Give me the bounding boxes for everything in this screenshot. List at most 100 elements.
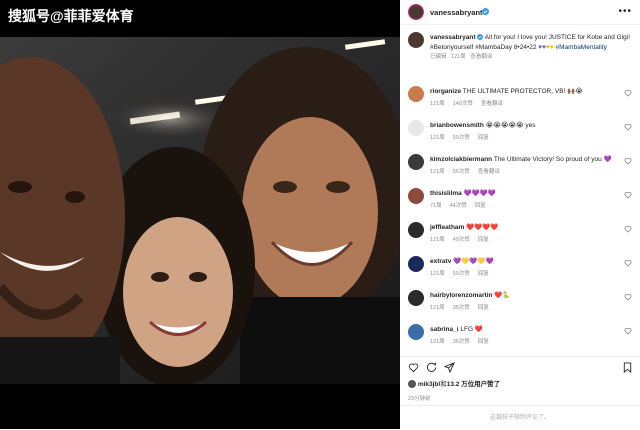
commenter-avatar[interactable] [408,86,424,102]
more-icon[interactable]: ••• [618,6,632,17]
commenter-username[interactable]: sabrina_i [430,326,459,333]
comment-body: sabrina_i LFG ❤️ [430,325,620,334]
comment-body: kimzolciakbiermann The Ultimate Victory!… [430,155,620,164]
comment-row: riorganize THE ULTIMATE PROTECTOR, VB! 🙌… [408,84,636,108]
commenter-username[interactable]: thisislilma [430,190,462,197]
verified-icon [477,34,484,41]
comment-emoji: ❤️❤️❤️❤️ [466,224,499,231]
comment-meta: 121周 35次赞 回复 [430,303,497,311]
likes-count[interactable]: 13.2 万位用户赞了 [447,381,500,388]
post-time: 23分钟前 [408,396,431,402]
comment-reply-link[interactable]: 查看翻译 [478,169,500,175]
comment-body: hairbylorenzomartin ❤️🐍 [430,291,620,300]
comment-reply-link[interactable]: 回复 [475,203,486,209]
commenter-avatar[interactable] [408,154,424,170]
comment-row: brianbowensmith 😭😭😭😭😭 yes 121周 50次赞 回复 [408,118,636,142]
commenter-avatar[interactable] [408,290,424,306]
comment-row: kimzolciakbiermann The Ultimate Victory!… [408,152,636,176]
comment-likes[interactable]: 56次赞 [453,169,470,175]
caption-time: 121周 [451,54,466,60]
heart-icon[interactable] [624,123,632,131]
commenter-avatar[interactable] [408,120,424,136]
comments-disabled-notice: 这篇帖子限制评论了。 [400,405,640,430]
action-bar [400,356,640,377]
comment-likes[interactable]: 49次赞 [453,237,470,243]
comment-body: jeffleatham ❤️❤️❤️❤️ [430,223,620,232]
comment-body: thisislilma 💜💜💜💜 [430,189,620,198]
comment-icon[interactable] [426,362,437,373]
verified-icon [482,8,489,15]
commenter-username[interactable]: brianbowensmith [430,122,484,129]
commenter-username[interactable]: extratv [430,258,451,265]
comment-time: 121周 [430,101,445,107]
bookmark-icon[interactable] [622,362,633,373]
comment-likes[interactable]: 35次赞 [453,305,470,311]
comment-likes[interactable]: 50次赞 [453,135,470,141]
share-icon[interactable] [444,362,455,373]
comment-emoji: ❤️ [474,326,483,333]
heart-icon[interactable] [408,362,419,373]
comment-time: 121周 [430,135,445,141]
heart-icon[interactable] [624,157,632,165]
comment-text: LFG [460,326,474,333]
comment-reply-link[interactable]: 回复 [478,271,489,277]
comment-body: riorganize THE ULTIMATE PROTECTOR, VB! 🙌… [430,87,620,96]
comment-body: brianbowensmith 😭😭😭😭😭 yes [430,121,620,130]
commenter-avatar[interactable] [408,324,424,340]
comment-reply-link[interactable]: 回复 [478,339,489,345]
heart-icon[interactable] [624,225,632,233]
comment-reply-link[interactable]: 回复 [478,305,489,311]
comment-meta: 121周 56次赞 查看翻译 [430,167,508,175]
heart-icon[interactable] [624,89,632,97]
comment-reply-link[interactable]: 回复 [478,237,489,243]
post-photo [0,37,400,384]
caption-username[interactable]: vanessabryant [430,34,476,41]
comment-meta: 121周 50次赞 回复 [430,133,497,141]
comment-emoji: 😭😭😭😭😭 yes [485,122,536,129]
post-header: vanessabryant ••• [400,0,640,25]
post-sidebar: vanessabryant ••• vanessabryant All for … [400,0,640,429]
commenter-avatar[interactable] [408,188,424,204]
heart-icon[interactable] [624,327,632,335]
heart-icon[interactable] [624,191,632,199]
comment-row: sabrina_i LFG ❤️ 121周 36次赞 回复 [408,322,636,346]
comment-row: hairbylorenzomartin ❤️🐍 121周 35次赞 回复 [408,288,636,312]
commenter-avatar[interactable] [408,222,424,238]
comment-likes[interactable]: 149次赞 [453,101,473,107]
comment-meta: 121周 49次赞 回复 [430,235,497,243]
caption-meta: 已编辑 121周 查看翻译 [430,53,635,63]
photo-panel: 搜狐号@菲菲爱体育 [0,0,400,429]
author-username[interactable]: vanessabryant [430,8,483,17]
commenter-username[interactable]: jeffleatham [430,224,464,231]
commenter-avatar[interactable] [408,256,424,272]
comment-text: THE ULTIMATE PROTECTOR, VB! [462,88,566,95]
comment-row: thisislilma 💜💜💜💜 71周 44次赞 回复 [408,186,636,210]
comment-reply-link[interactable]: 回复 [478,135,489,141]
commenter-username[interactable]: hairbylorenzomartin [430,292,492,299]
see-translation-link[interactable]: 查看翻译 [470,54,492,60]
liker-username[interactable]: mik3jbl [418,381,440,388]
heart-icon[interactable] [624,259,632,267]
comment-emoji: 🙌🏾😭 [567,88,583,95]
likes-row: mik3jbl和13.2 万位用户赞了 [408,378,500,389]
commenter-username[interactable]: kimzolciakbiermann [430,156,492,163]
author-avatar[interactable] [408,4,424,20]
comment-row: jeffleatham ❤️❤️❤️❤️ 121周 49次赞 回复 [408,220,636,244]
comment-meta: 121周 149次赞 查看翻译 [430,99,511,107]
heart-icon[interactable] [624,293,632,301]
liker-avatar [408,380,416,389]
caption-tags[interactable]: #MambaMentality [556,44,607,51]
comment-reply-link[interactable]: 查看翻译 [481,101,503,107]
comment-time: 121周 [430,169,445,175]
comment-likes[interactable]: 44次赞 [450,203,467,209]
comment-likes[interactable]: 50次赞 [453,271,470,277]
comment-meta: 121周 50次赞 回复 [430,269,497,277]
commenter-username[interactable]: riorganize [430,88,461,95]
comment-likes[interactable]: 36次赞 [453,339,470,345]
caption-avatar[interactable] [408,32,424,48]
caption-text-block: vanessabryant All for you! I love you! J… [430,33,635,63]
caption-emoji-hearts: ♥♥♥♥ [538,43,554,51]
comment-time: 71周 [430,203,442,209]
comment-emoji: 💜💛💜💛💜 [453,258,494,265]
comment-meta: 121周 36次赞 回复 [430,337,497,345]
